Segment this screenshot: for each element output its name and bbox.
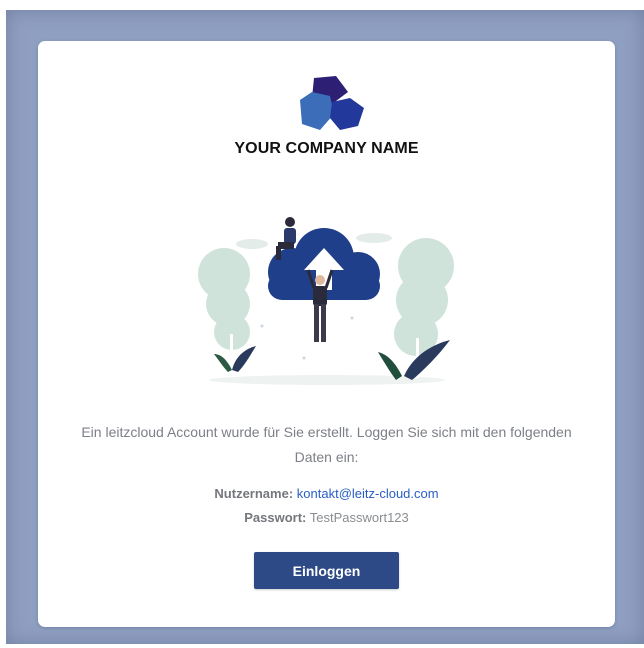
username-email-link[interactable]: kontakt@leitz-cloud.com <box>297 486 439 501</box>
password-label: Passwort: <box>244 510 307 525</box>
username-label: Nutzername: <box>214 486 294 501</box>
password-value: TestPasswort123 <box>309 510 409 525</box>
login-button[interactable]: Einloggen <box>254 552 399 589</box>
company-logo-icon <box>300 76 364 130</box>
company-name: YOUR COMPANY NAME <box>234 140 419 157</box>
username-line: Nutzername: kontakt@leitz-cloud.com <box>38 486 615 501</box>
invitation-message: Ein leitzcloud Account wurde für Sie ers… <box>81 424 572 465</box>
password-line: Passwort: TestPasswort123 <box>38 510 615 525</box>
cloud-upload-illustration-icon <box>198 217 454 385</box>
